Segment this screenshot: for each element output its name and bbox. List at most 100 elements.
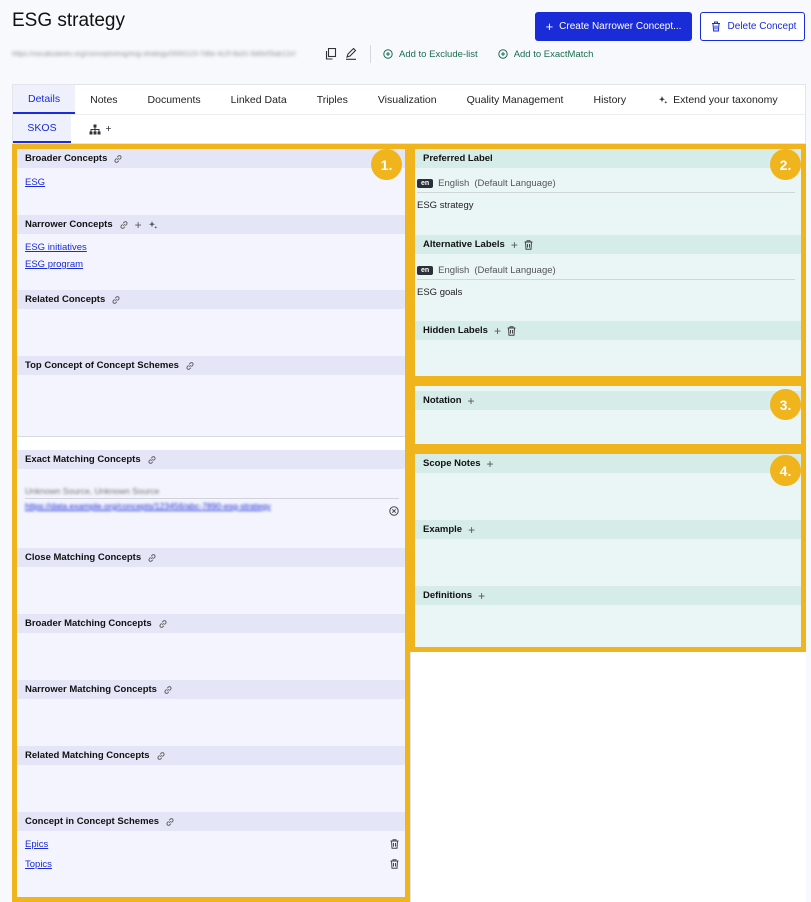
plus-icon[interactable]: +	[478, 589, 485, 603]
tab-documents[interactable]: Documents	[133, 85, 216, 114]
exact-match-link[interactable]: https://data.example.org/concepts/123456…	[25, 501, 325, 512]
circle-plus-icon	[496, 47, 510, 61]
narrower-concept-link[interactable]: ESG program	[25, 259, 83, 270]
create-narrower-concept-button[interactable]: + Create Narrower Concept...	[535, 12, 692, 41]
hidden-labels-section: Hidden Labels +	[415, 321, 801, 340]
section-title: Hidden Labels	[423, 325, 488, 336]
link-icon[interactable]	[119, 220, 129, 230]
preferred-label-value: ESG strategy	[417, 200, 474, 211]
tab-visualization[interactable]: Visualization	[363, 85, 452, 114]
subtab-add-hierarchy[interactable]: +	[71, 115, 129, 143]
section-title: Preferred Label	[423, 153, 493, 164]
tab-label: Triples	[316, 93, 348, 106]
plus-icon[interactable]: +	[487, 457, 494, 471]
copy-icon[interactable]	[324, 47, 338, 61]
trash-icon	[709, 20, 723, 34]
close-matching-section: Close Matching Concepts	[17, 548, 405, 567]
tab-triples[interactable]: Triples	[302, 85, 363, 114]
link-icon[interactable]	[185, 361, 195, 371]
trash-icon[interactable]	[524, 239, 533, 250]
tab-quality-management[interactable]: Quality Management	[452, 85, 579, 114]
link-icon[interactable]	[147, 455, 157, 465]
tab-bar: Details Notes Documents Linked Data Trip…	[12, 84, 806, 114]
preferred-label-section: Preferred Label en English (Default Lang…	[415, 149, 801, 211]
plus-icon[interactable]: +	[135, 218, 142, 232]
link-icon[interactable]	[147, 553, 157, 563]
tab-extend-taxonomy[interactable]: Extend your taxonomy	[641, 85, 792, 114]
add-to-exclude-list-link[interactable]: Add to Exclude-list	[381, 47, 478, 61]
plus-icon[interactable]: +	[468, 523, 475, 537]
link-icon[interactable]	[165, 817, 175, 827]
tab-label: Documents	[147, 93, 201, 106]
empty-area	[410, 652, 806, 902]
exactmatch-label: Add to ExactMatch	[513, 48, 594, 60]
language-row: en English (Default Language)	[417, 262, 795, 280]
add-to-exactmatch-link[interactable]: Add to ExactMatch	[496, 47, 594, 61]
language-name: English	[438, 178, 470, 189]
language-tag: en	[417, 266, 434, 275]
example-section: Example +	[415, 520, 801, 539]
tab-label: Linked Data	[230, 93, 287, 106]
delete-concept-label: Delete Concept	[727, 21, 797, 32]
narrower-matching-section: Narrower Matching Concepts	[17, 680, 405, 699]
section-title: Close Matching Concepts	[25, 552, 142, 563]
hierarchy-icon	[88, 122, 102, 136]
section-divider	[17, 436, 405, 451]
circle-plus-icon	[381, 47, 395, 61]
page-title: ESG strategy	[12, 10, 125, 31]
trash-icon[interactable]	[390, 859, 399, 872]
default-language-note: (Default Language)	[474, 265, 556, 276]
broader-matching-section: Broader Matching Concepts	[17, 614, 405, 633]
subtab-bar: SKOS +	[12, 114, 806, 144]
concept-uri: https://vocabularies.org/concepts/esg/es…	[12, 50, 296, 58]
link-icon[interactable]	[111, 295, 121, 305]
link-icon[interactable]	[156, 751, 166, 761]
divider	[370, 45, 371, 63]
tab-details[interactable]: Details	[13, 85, 76, 114]
concept-scheme-link[interactable]: Topics	[25, 859, 52, 870]
subtab-skos[interactable]: SKOS	[13, 115, 71, 143]
delete-concept-button[interactable]: Delete Concept	[700, 12, 805, 41]
section-title: Broader Concepts	[25, 153, 108, 164]
definitions-section: Definitions +	[415, 586, 801, 605]
concept-scheme-link[interactable]: Epics	[25, 839, 48, 850]
notes-panel: Scope Notes + Example + Definitions + 4.	[410, 449, 806, 652]
notation-panel: Notation + 3.	[410, 381, 806, 449]
exclude-list-label: Add to Exclude-list	[399, 48, 478, 60]
labels-panel: Preferred Label en English (Default Lang…	[410, 144, 806, 381]
language-name: English	[438, 265, 470, 276]
match-source: Unknown Source, Unknown Source	[25, 486, 160, 496]
section-title: Related Concepts	[25, 294, 106, 305]
link-icon[interactable]	[113, 154, 123, 164]
tab-linked-data[interactable]: Linked Data	[216, 85, 302, 114]
remove-circle-icon[interactable]	[389, 506, 399, 519]
plus-icon[interactable]: +	[468, 394, 475, 408]
alternative-labels-section: Alternative Labels + en English (Default…	[415, 235, 801, 298]
trash-icon[interactable]	[390, 839, 399, 852]
edit-icon[interactable]	[344, 47, 358, 61]
divider	[25, 498, 399, 499]
alternative-label-value: ESG goals	[417, 287, 463, 298]
plus-icon[interactable]: +	[511, 238, 518, 252]
narrower-concepts-section: Narrower Concepts + ESG initiatives ESG …	[17, 215, 405, 270]
concept-in-schemes-section: Concept in Concept Schemes Epics Topics	[17, 812, 405, 870]
language-row: en English (Default Language)	[417, 175, 795, 193]
relations-panel: Broader Concepts ESG Narrower Concepts +…	[12, 144, 410, 902]
callout-badge-4: 4.	[770, 455, 801, 486]
related-concepts-section: Related Concepts	[17, 290, 405, 309]
tab-notes[interactable]: Notes	[75, 85, 132, 114]
sparkle-icon[interactable]	[148, 220, 158, 230]
link-icon[interactable]	[163, 685, 173, 695]
trash-icon[interactable]	[507, 325, 516, 336]
tab-label: Details	[28, 92, 61, 105]
notation-section: Notation +	[415, 391, 801, 410]
callout-badge-1: 1.	[371, 149, 402, 180]
narrower-concept-link[interactable]: ESG initiatives	[25, 242, 87, 253]
tab-history[interactable]: History	[578, 85, 641, 114]
tab-label: Visualization	[377, 93, 437, 106]
broader-concept-link[interactable]: ESG	[25, 177, 45, 188]
callout-badge-3: 3.	[770, 389, 801, 420]
link-icon[interactable]	[158, 619, 168, 629]
subtab-label: SKOS	[27, 122, 57, 134]
plus-icon[interactable]: +	[494, 324, 501, 338]
